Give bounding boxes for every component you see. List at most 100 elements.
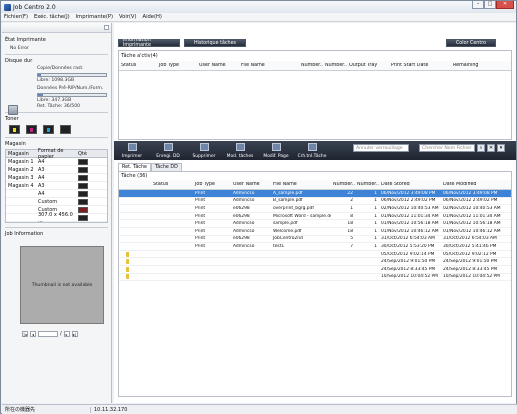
cell-user: e06298 xyxy=(233,213,250,219)
unlock-search-input[interactable]: Annuler verrouillage xyxy=(353,144,409,152)
tab-ret-tache[interactable]: Ret. Tâche xyxy=(118,163,151,171)
paper-table: Magasin Format de papier Qté Magasin 1 A4… xyxy=(5,148,108,224)
paper-row[interactable]: Magasin 2 A3 xyxy=(6,166,107,174)
status-ip: 10.11.32.170 xyxy=(90,406,170,413)
cell-type: Print xyxy=(195,243,206,249)
toner-black-icon xyxy=(60,125,71,134)
info-imprimante-button[interactable]: Information Imprimante xyxy=(118,38,180,48)
paper-level-icon xyxy=(78,190,88,197)
active-col-header[interactable]: Number... xyxy=(299,63,323,68)
menu-fichier[interactable]: Fichier(F) xyxy=(1,14,31,20)
search-options-icon[interactable]: ▾ xyxy=(497,144,505,152)
table-row[interactable]: Print Admincso A_sample.pdf 22 1 06/Nov/2012 … xyxy=(119,190,511,198)
paper-qty-cell xyxy=(76,206,104,213)
table-row[interactable]: 05/Oct/2012 9:02:14 PM 05/Oct/2012 9:02:1… xyxy=(119,251,511,259)
paper-magasin: Magasin 3 xyxy=(8,174,34,181)
etat-value: No Error xyxy=(10,46,29,51)
active-col-header[interactable]: User Name xyxy=(197,63,239,68)
search-clear-icon[interactable]: ✕ xyxy=(487,144,495,152)
cell-blank xyxy=(119,251,129,257)
menu-imprimante[interactable]: Imprimante(P) xyxy=(73,14,116,20)
next-page-button[interactable]: ▸ xyxy=(63,331,70,337)
paper-qty-cell xyxy=(76,174,104,181)
copie-usage-bar xyxy=(37,73,107,77)
menu-aide[interactable]: Aide(H) xyxy=(140,14,165,20)
table-row[interactable]: Print Admincso Welcome.pdf 18 1 01/Nov/2012 1… xyxy=(119,228,511,236)
stored-col-header[interactable]: Job Type xyxy=(193,182,231,187)
paper-level-icon xyxy=(78,166,88,173)
table-row[interactable]: Print e06298 Microsoft Word - sample.docx 8… xyxy=(119,213,511,221)
cell-stored: 05/Oct/2012 9:02:14 PM xyxy=(381,251,435,257)
donnees-usage-bar xyxy=(37,93,107,97)
prev-page-button[interactable]: ◂ xyxy=(30,331,36,337)
file-search-input[interactable]: Chercher Nom Fichier xyxy=(419,144,475,152)
copie-libre: Libre: 1098.3GB xyxy=(37,78,75,83)
paper-row[interactable]: A4 xyxy=(6,190,107,198)
active-col-header[interactable]: Print Start Date xyxy=(389,63,451,68)
cell-type: Print xyxy=(195,228,206,234)
magasin-label: Magasin xyxy=(5,141,26,147)
paper-row[interactable]: 307.0 x 456.0 ... xyxy=(6,212,107,224)
toolbar-tool-button[interactable]: Enregi. DD xyxy=(150,141,186,160)
cell-n1: 5 xyxy=(350,236,353,242)
menu-voir[interactable]: Voir(V) xyxy=(116,14,140,20)
active-col-header[interactable]: Job Type xyxy=(157,63,197,68)
active-col-header[interactable]: Output Tray xyxy=(347,63,389,68)
menu-exec-tache[interactable]: Exéc. tâche(J) xyxy=(31,14,73,20)
cell-mod: 01/Nov/2012 10:56:18 AM xyxy=(443,221,501,227)
stored-col-header[interactable]: User Name xyxy=(231,182,271,187)
page-separator: / xyxy=(60,331,62,337)
active-col-header[interactable]: File Name xyxy=(239,63,299,68)
paper-level-icon xyxy=(78,214,88,221)
stored-col-header[interactable]: Date Modified xyxy=(441,182,511,187)
table-row[interactable]: 24/Sep/2012 8:33:45 PM 24/Sep/2012 8:33:4… xyxy=(119,266,511,274)
stored-col-header[interactable]: Number... xyxy=(331,182,355,187)
search-icon[interactable]: ⌕ xyxy=(477,144,485,152)
table-row[interactable]: Print e06298 JobCentro2nd 5 1 31/Oct/2012 6:5… xyxy=(119,236,511,244)
table-row[interactable]: Print Admincso sample.pdf 18 1 01/Nov/2012 10… xyxy=(119,220,511,228)
close-button[interactable]: ✕ xyxy=(496,1,514,9)
paper-row[interactable]: Magasin 1 A4 xyxy=(6,158,107,166)
toolbar-tool-button[interactable]: Supprimer xyxy=(186,141,222,160)
cell-stored: 06/Nov/2012 2:49:02 PM xyxy=(381,198,436,204)
cell-mod: 31/Oct/2012 6:54:03 AM xyxy=(443,236,497,242)
page-number-input[interactable] xyxy=(38,331,58,337)
paper-format: A3 xyxy=(38,182,45,189)
historique-button[interactable]: Historique tâches xyxy=(184,39,246,47)
active-col-header[interactable]: Remaining xyxy=(451,63,491,68)
toolbar-tool-button[interactable]: Modif. Page xyxy=(258,141,294,160)
toolbar-tool-button[interactable]: Imprimer xyxy=(114,141,150,160)
stored-col-header[interactable]: Date Stored xyxy=(379,182,441,187)
paper-row[interactable]: Custom xyxy=(6,198,107,206)
panel-pin-button[interactable] xyxy=(104,25,109,30)
active-col-header[interactable]: Number... xyxy=(323,63,347,68)
first-page-button[interactable]: |◂ xyxy=(22,331,28,337)
app-window: Job Centro 2.0 – □ ✕ Fichier(F) Exéc. tâ… xyxy=(0,0,517,414)
toolbar-tool-button[interactable]: Crh.tnl.Tâche xyxy=(294,141,330,160)
color-centro-button[interactable]: Color Centro xyxy=(446,39,496,47)
stored-col-header[interactable]: Status xyxy=(151,182,193,187)
active-col-header[interactable]: Status xyxy=(119,63,157,68)
table-row[interactable]: Print e06298 overprint_bgrg.pdf 1 1 02/Nov/20… xyxy=(119,205,511,213)
table-row[interactable]: Print Admincso test1 7 1 30/Oct/2012 5:53:20 … xyxy=(119,243,511,251)
minimize-button[interactable]: – xyxy=(472,1,484,9)
stored-col-header[interactable]: Number... xyxy=(355,182,379,187)
stored-col-header[interactable]: File Name xyxy=(271,182,331,187)
table-row[interactable]: 24/Sep/2012 9:01:50 PM 24/Sep/2012 9:01:5… xyxy=(119,258,511,266)
cell-type: Print xyxy=(195,221,206,227)
paper-row[interactable]: Magasin 4 A3 xyxy=(6,182,107,190)
toolbar-tool-button[interactable]: Mod. tâches xyxy=(222,141,258,160)
cell-mod: 30/Oct/2012 5:41:46 PM xyxy=(443,243,497,249)
table-row[interactable]: Print Admincso B_sample.pdf 2 1 06/Nov/2012 2… xyxy=(119,198,511,206)
maximize-button[interactable]: □ xyxy=(484,1,496,9)
title-bar: Job Centro 2.0 – □ ✕ xyxy=(1,1,516,13)
paper-row[interactable]: Magasin 3 A4 xyxy=(6,174,107,182)
cell-file: test1 xyxy=(273,243,285,249)
paper-qty-cell xyxy=(76,166,104,173)
cell-user: e06298 xyxy=(233,205,250,211)
table-row[interactable]: 10/Sep/2012 10:04:52 PM 10/Sep/2012 10:04… xyxy=(119,274,511,282)
tool-label: Crh.tnl.Tâche xyxy=(297,154,327,159)
cell-mod: 24/Sep/2012 8:33:45 PM xyxy=(443,266,498,272)
tab-tache-dd[interactable]: Tâche DD xyxy=(150,163,182,171)
last-page-button[interactable]: ▸| xyxy=(71,331,78,337)
